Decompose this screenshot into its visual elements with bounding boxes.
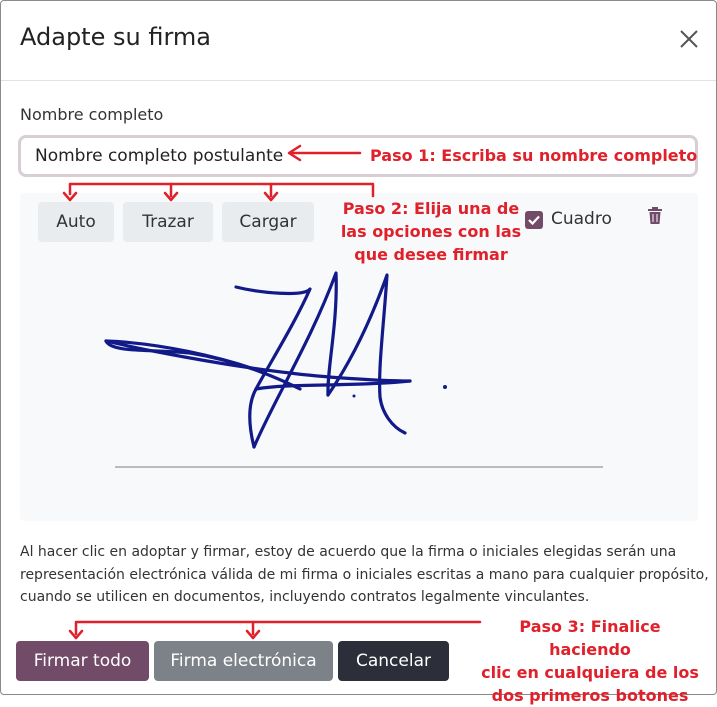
- annotation-line: clic en cualquiera de los: [481, 663, 699, 682]
- close-icon[interactable]: [677, 27, 701, 51]
- dialog-title: Adapte su firma: [20, 23, 211, 51]
- annotation-line: que desee firmar: [354, 245, 508, 264]
- legal-disclaimer: Al hacer clic en adoptar y firmar, estoy…: [20, 544, 709, 605]
- sign-all-button[interactable]: Firmar todo: [16, 641, 149, 681]
- annotation-line: Paso 2: Elija una de: [342, 199, 520, 218]
- annotation-line: dos primeros botones: [491, 686, 689, 705]
- annotation-step3: Paso 3: Finalice haciendo clic en cualqu…: [478, 615, 702, 707]
- annotation-line: Paso 3: Finalice haciendo: [519, 617, 661, 659]
- cancel-button[interactable]: Cancelar: [338, 641, 449, 681]
- annotation-step1: Paso 1: Escriba su nombre completo: [370, 146, 698, 165]
- electronic-sign-button[interactable]: Firma electrónica: [154, 641, 333, 681]
- signature-stroke: [104, 271, 412, 449]
- annotation-line: las opciones con las: [340, 222, 522, 241]
- annotation-step2: Paso 2: Elija una de las opciones con la…: [338, 197, 524, 266]
- signature-dot: [352, 394, 356, 398]
- signature-dialog: Adapte su firma Nombre completo Auto Tra…: [0, 0, 717, 695]
- name-label: Nombre completo: [20, 105, 164, 124]
- signature-dot: [443, 385, 447, 389]
- header-divider: [1, 80, 716, 81]
